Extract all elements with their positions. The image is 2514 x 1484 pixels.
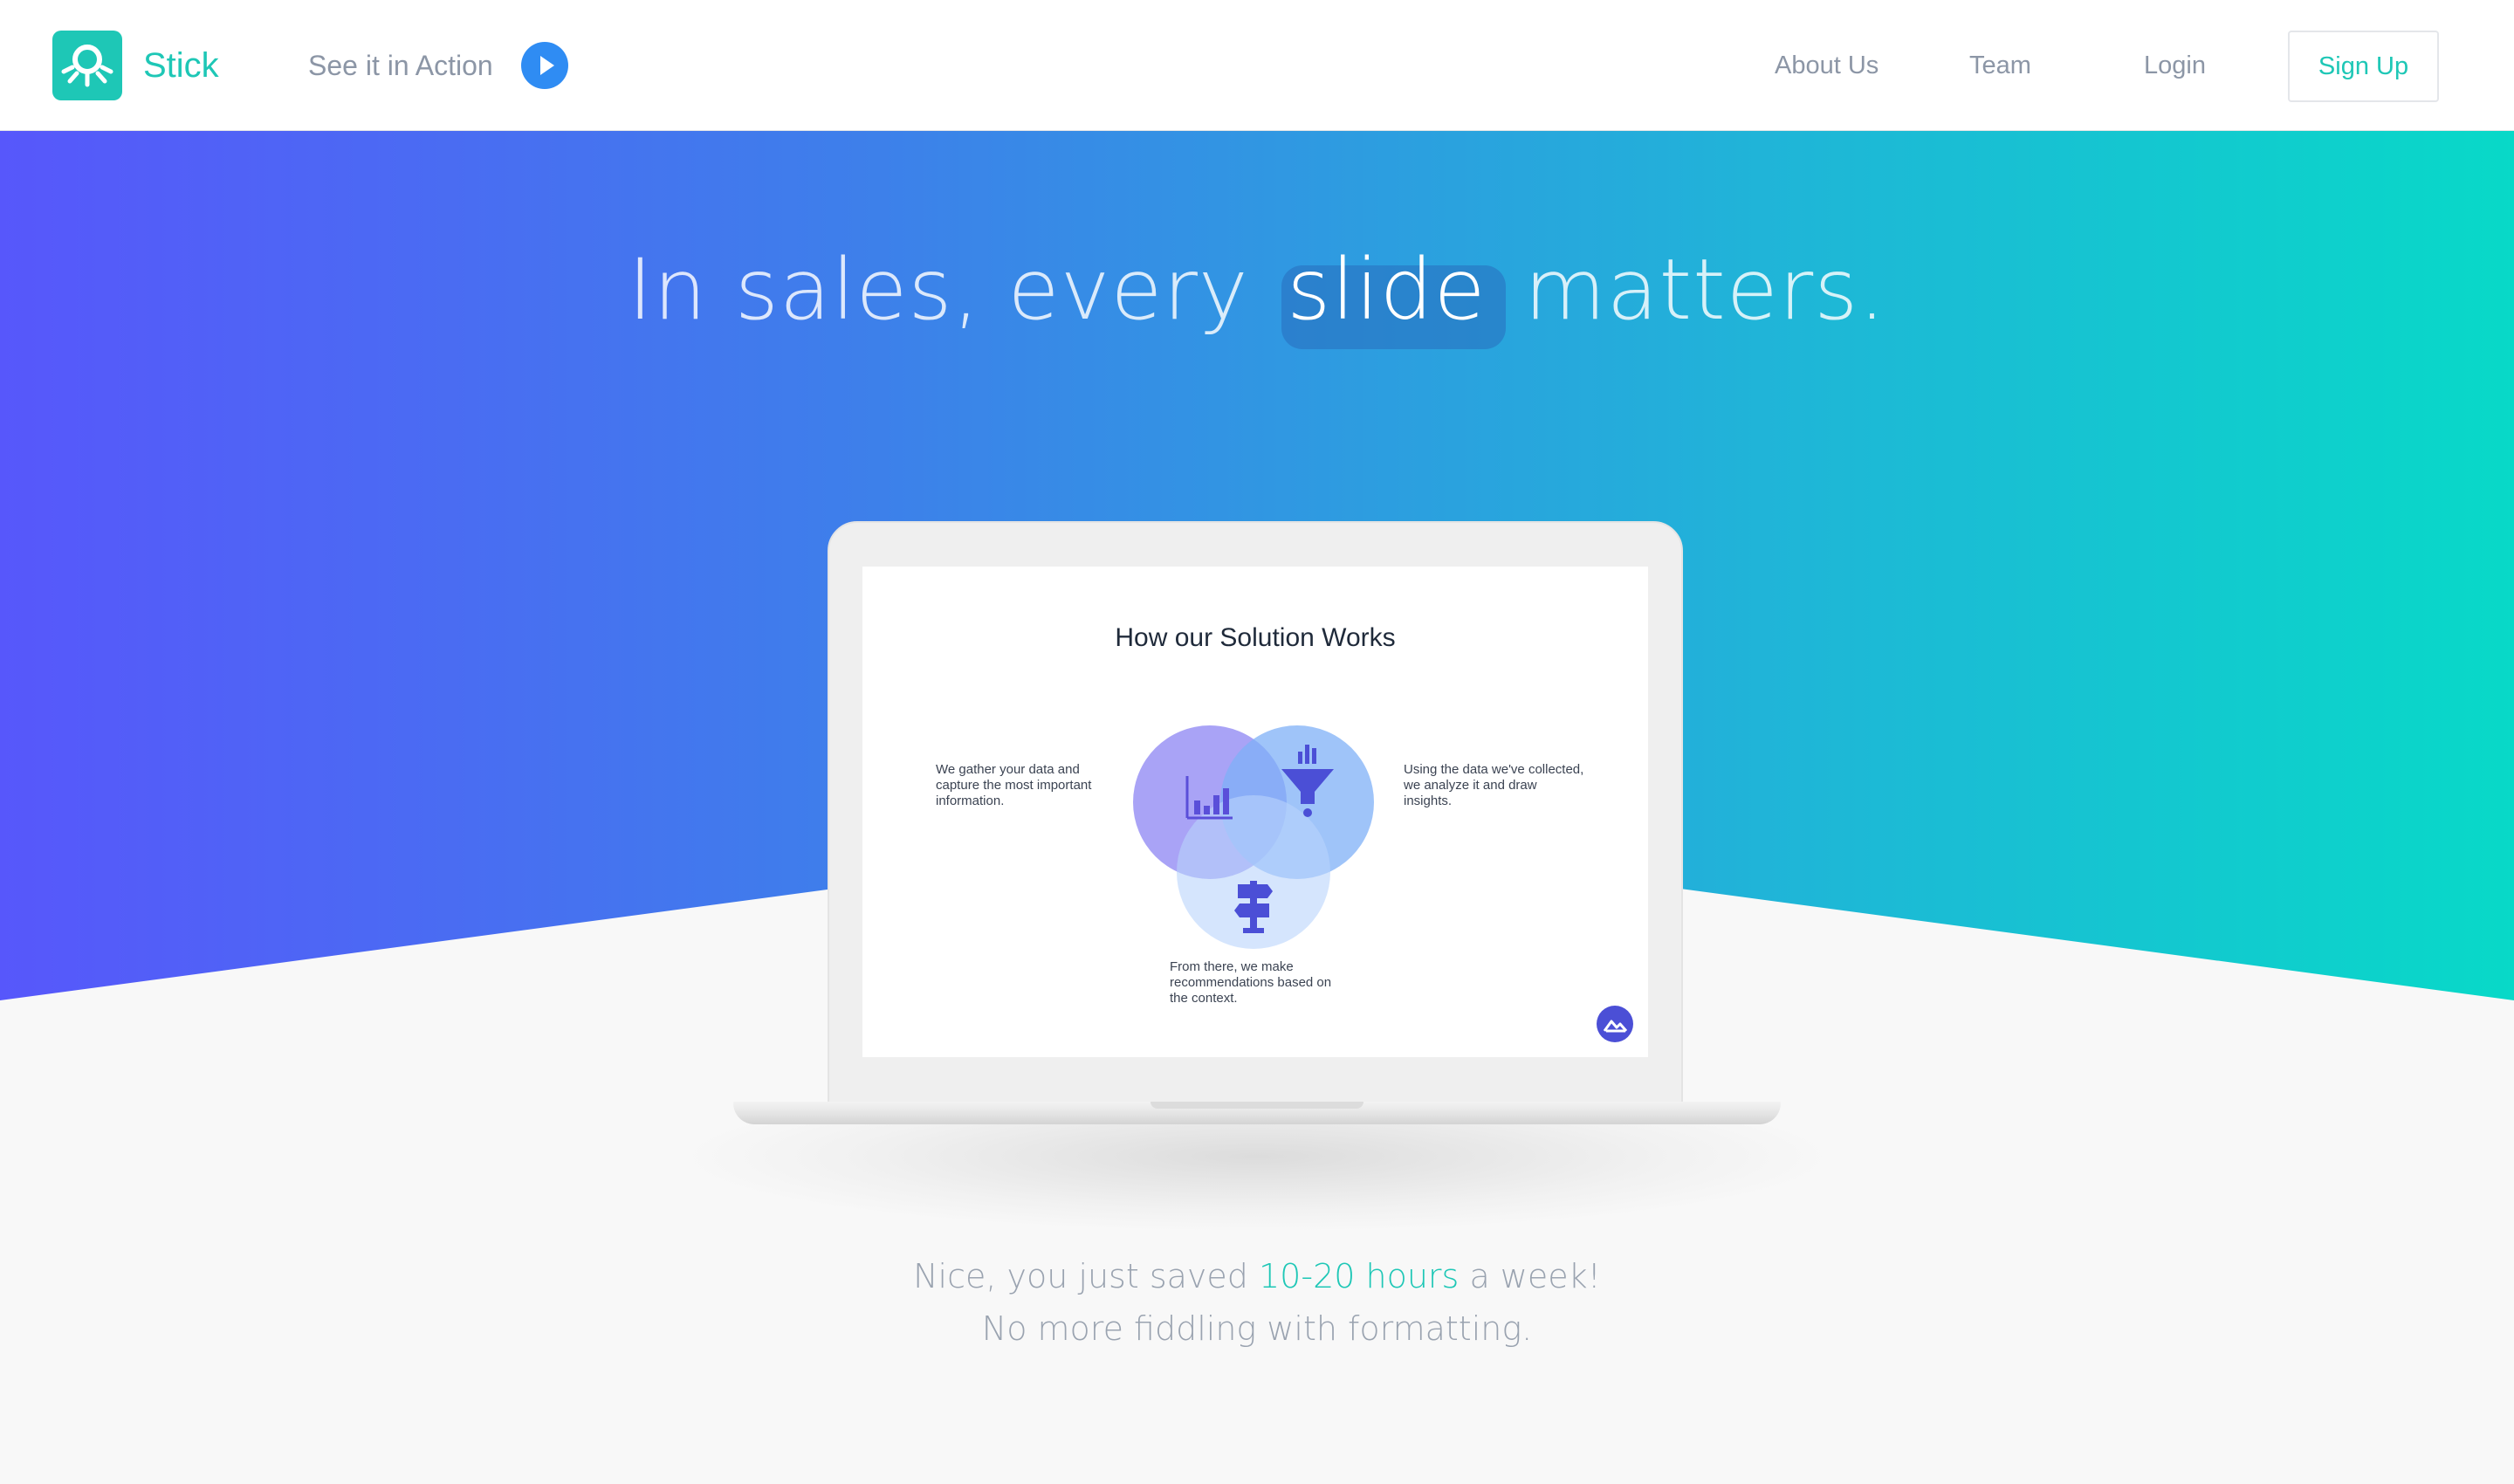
laptop-screen-slide: How our Solution Works We gather your da… [862, 567, 1648, 1057]
slide-title: How our Solution Works [1115, 623, 1396, 652]
headline-text-after: matters. [1524, 241, 1886, 339]
nav-about-us[interactable]: About Us [1775, 48, 1879, 83]
headline-text-before: In sales, every [628, 241, 1249, 339]
sign-up-button[interactable]: Sign Up [2288, 31, 2439, 102]
venn-diagram [1133, 725, 1374, 949]
tagline-text-before: Nice, you just saved [913, 1257, 1248, 1295]
slide-text-recommend: From there, we make recommendations base… [1170, 959, 1332, 1006]
see-it-in-action-link[interactable]: See it in Action [308, 45, 493, 86]
mountain-logo-icon [1597, 1006, 1633, 1042]
hero-headline: In sales, every slide matters. [0, 237, 2514, 349]
nav-login[interactable]: Login [2144, 48, 2206, 83]
tagline-line-2: No more fiddling with formatting. [981, 1309, 1533, 1348]
play-button[interactable] [521, 42, 568, 89]
savings-tagline: Nice, you just saved 10-20 hours a week!… [0, 1250, 2514, 1355]
slide-text-gather: We gather your data and capture the most… [936, 762, 1092, 808]
top-navbar: Stick See it in Action About Us Team Log… [0, 0, 2514, 131]
play-icon [540, 56, 554, 75]
stick-logo-icon[interactable] [52, 31, 122, 100]
laptop-notch [1151, 1102, 1363, 1109]
headline-highlight-word: slide [1276, 237, 1506, 349]
tagline-hours-highlight: 10-20 hours [1259, 1257, 1460, 1295]
nav-team[interactable]: Team [1969, 48, 2031, 83]
tagline-text-after: a week! [1469, 1257, 1601, 1295]
brand-name[interactable]: Stick [143, 44, 219, 87]
tagline-line-1: Nice, you just saved 10-20 hours a week! [0, 1250, 2514, 1302]
slide-text-analyze: Using the data we've collected, we analy… [1404, 762, 1584, 808]
